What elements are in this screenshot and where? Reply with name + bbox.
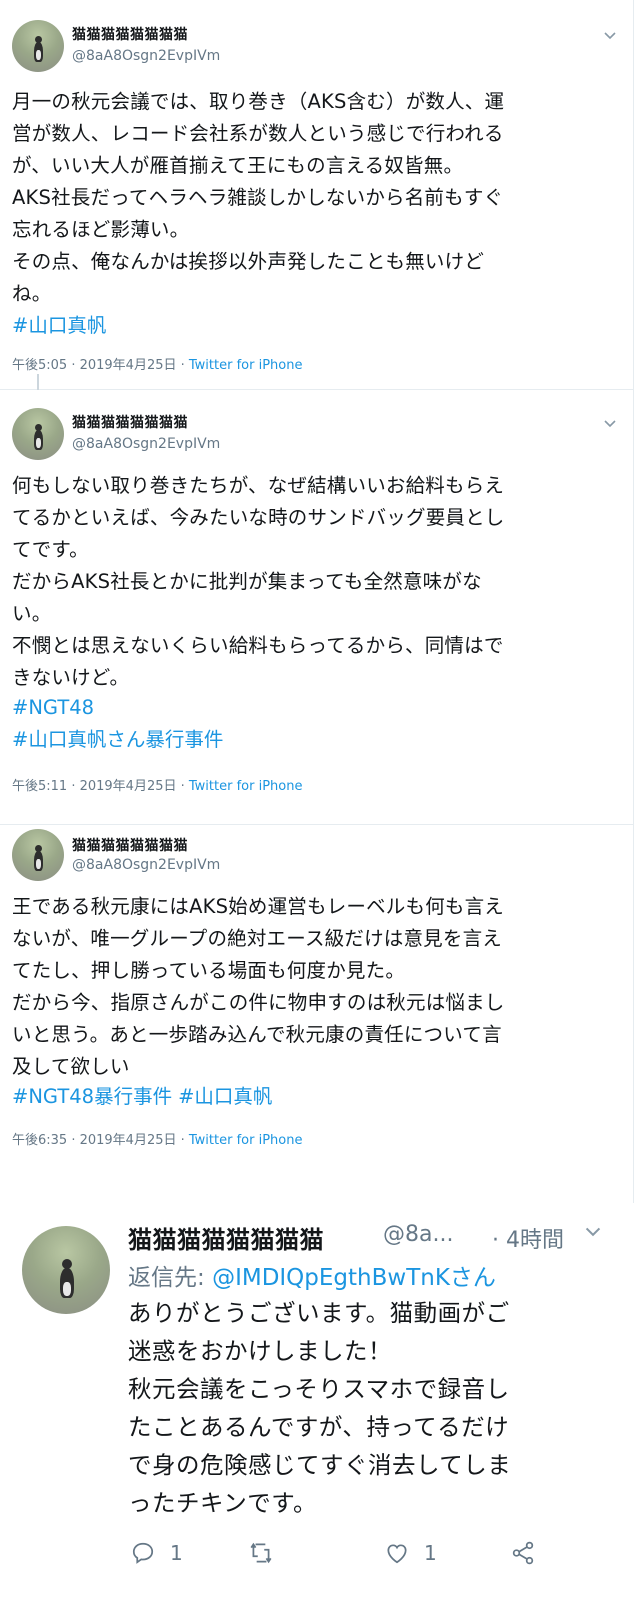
hashtag-list: #NGT48 #山口真帆さん暴行事件 — [12, 692, 229, 756]
user-handle[interactable]: @8aA8Osgn2EvpIVm — [72, 48, 220, 64]
timestamp[interactable]: 午後5:05 · 2019年4月25日 · — [12, 358, 189, 373]
tweet-actions: 1 1 — [0, 1540, 640, 1580]
hashtag-link[interactable]: #山口真帆 — [178, 1081, 272, 1113]
reply-to-label: 返信先: — [128, 1265, 213, 1291]
tweet-text: 何もしない取り巻きたちが、なぜ結構いいお給料もらえ てるかといえば、今みたいな時… — [12, 474, 505, 689]
display-name[interactable]: 猫猫猫猫猫猫猫猫 — [128, 1220, 324, 1255]
tweet-text: ありがとうございます。猫動画がご 迷惑をおかけしました！ 秋元会議をこっそりスマ… — [128, 1299, 512, 1517]
like-button[interactable]: 1 — [384, 1540, 437, 1566]
screenshot-separator — [0, 1203, 640, 1220]
like-count: 1 — [424, 1541, 437, 1565]
hashtag-link[interactable]: #山口真帆さん暴行事件 — [12, 724, 223, 756]
timestamp[interactable]: 午後6:35 · 2019年4月25日 · — [12, 1133, 189, 1148]
reply-tweet[interactable]: 猫猫猫猫猫猫猫猫 @8a... · 4時間 返信先: @IMDIQpEgthBw… — [0, 1220, 640, 1617]
reply-button[interactable]: 1 — [130, 1540, 183, 1566]
avatar[interactable] — [12, 829, 64, 881]
tweet-meta: 午後6:35 · 2019年4月25日 · Twitter for iPhone — [12, 1129, 302, 1148]
avatar[interactable] — [12, 20, 64, 72]
tweet-1[interactable]: 猫猫猫猫猫猫猫猫 @8aA8Osgn2EvpIVm 月一の秋元会議では、取り巻き… — [0, 0, 634, 402]
source-link[interactable]: Twitter for iPhone — [189, 358, 303, 373]
retweet-icon — [250, 1542, 272, 1564]
mention-link[interactable]: @IMDIQpEgthBwTnKさん — [212, 1265, 496, 1291]
display-name[interactable]: 猫猫猫猫猫猫猫猫 — [72, 24, 188, 44]
user-handle[interactable]: @8aA8Osgn2EvpIVm — [72, 857, 220, 873]
hashtag-link[interactable]: #NGT48暴行事件 — [12, 1081, 172, 1113]
chevron-down-icon[interactable] — [584, 1222, 602, 1244]
tweet-3[interactable]: 猫猫猫猫猫猫猫猫 @8aA8Osgn2EvpIVm 王である秋元康にはAKS始め… — [0, 825, 634, 1203]
share-button[interactable] — [510, 1540, 536, 1566]
hashtag-list: #山口真帆 — [12, 310, 112, 342]
tweet-text: 月一の秋元会議では、取り巻き（AKS含む）が数人、運 営が数人、レコード会社系が… — [12, 90, 505, 305]
source-link[interactable]: Twitter for iPhone — [189, 779, 303, 794]
tweet-2[interactable]: 猫猫猫猫猫猫猫猫 @8aA8Osgn2EvpIVm 何もしない取り巻きたちが、な… — [0, 390, 634, 825]
tweet-meta: 午後5:11 · 2019年4月25日 · Twitter for iPhone — [12, 775, 302, 794]
heart-icon — [387, 1544, 407, 1564]
relative-time[interactable]: · 4時間 — [492, 1222, 564, 1254]
hashtag-link[interactable]: #NGT48 — [12, 692, 94, 724]
reply-bubble-icon — [132, 1542, 154, 1564]
hashtag-link[interactable]: #山口真帆 — [12, 310, 106, 342]
user-handle[interactable]: @8aA8Osgn2EvpIVm — [72, 436, 220, 452]
avatar[interactable] — [12, 408, 64, 460]
chevron-down-icon[interactable] — [603, 416, 617, 430]
timestamp[interactable]: 午後5:11 · 2019年4月25日 · — [12, 779, 189, 794]
tweet-meta: 午後5:05 · 2019年4月25日 · Twitter for iPhone — [12, 354, 302, 373]
reply-count: 1 — [170, 1541, 183, 1565]
hashtag-list: #NGT48暴行事件 #山口真帆 — [12, 1081, 278, 1113]
tweet-text: 王である秋元康にはAKS始め運営もレーベルも何も言え ないが、唯一グループの絶対… — [12, 895, 505, 1078]
share-icon — [512, 1541, 534, 1565]
display-name[interactable]: 猫猫猫猫猫猫猫猫 — [72, 835, 188, 855]
avatar[interactable] — [22, 1226, 110, 1314]
chevron-down-icon[interactable] — [603, 28, 617, 42]
reply-to: 返信先: @IMDIQpEgthBwTnKさん — [128, 1258, 496, 1292]
source-link[interactable]: Twitter for iPhone — [189, 1133, 303, 1148]
display-name[interactable]: 猫猫猫猫猫猫猫猫 — [72, 412, 188, 432]
retweet-button[interactable] — [248, 1540, 274, 1566]
user-handle[interactable]: @8a... — [383, 1222, 453, 1247]
